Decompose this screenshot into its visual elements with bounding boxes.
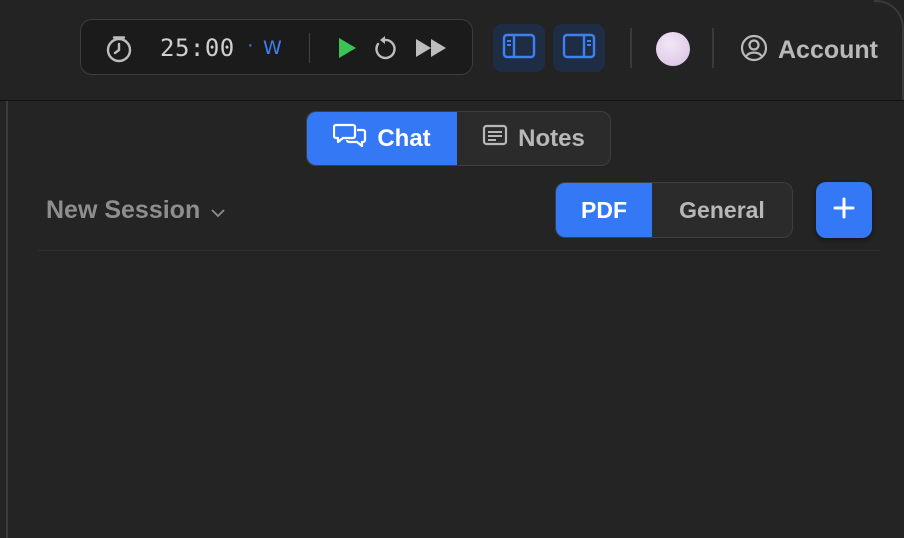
avatar[interactable] bbox=[656, 32, 690, 66]
reset-icon[interactable] bbox=[372, 35, 398, 68]
context-pdf-button[interactable]: PDF bbox=[556, 183, 652, 237]
left-sidebar-toggle-icon bbox=[502, 33, 536, 64]
add-session-button[interactable] bbox=[816, 182, 872, 238]
chat-bubbles-icon bbox=[333, 122, 377, 155]
session-name: New Session bbox=[46, 196, 201, 224]
top-toolbar: 25:00 · W Account bbox=[0, 0, 904, 101]
timer-mode-dot: · bbox=[247, 34, 254, 56]
context-toggle: PDF General bbox=[555, 182, 793, 238]
plus-icon bbox=[832, 196, 856, 225]
tab-chat-label: Chat bbox=[377, 124, 431, 152]
tab-notes[interactable]: Notes bbox=[457, 112, 610, 165]
play-icon[interactable] bbox=[336, 36, 358, 65]
window-corner bbox=[874, 0, 904, 100]
timer-time: 25:00 bbox=[160, 34, 235, 62]
tab-notes-label: Notes bbox=[518, 124, 585, 152]
panel-divider[interactable] bbox=[6, 101, 8, 538]
notes-icon bbox=[482, 124, 518, 153]
chevron-down-icon bbox=[210, 197, 226, 226]
toolbar-divider bbox=[712, 28, 714, 68]
account-button[interactable]: Account bbox=[740, 34, 878, 67]
context-general-button[interactable]: General bbox=[652, 183, 792, 237]
right-sidebar-toggle-icon bbox=[562, 33, 596, 64]
timer-separator bbox=[309, 33, 310, 63]
left-sidebar-toggle-button[interactable] bbox=[493, 24, 545, 72]
timer-icon[interactable] bbox=[105, 35, 133, 68]
session-selector[interactable]: New Session bbox=[46, 195, 226, 226]
right-sidebar-toggle-button[interactable] bbox=[553, 24, 605, 72]
pomodoro-timer: 25:00 · W bbox=[80, 19, 473, 75]
toolbar-divider bbox=[630, 28, 632, 68]
account-icon bbox=[740, 34, 768, 67]
skip-forward-icon[interactable] bbox=[414, 37, 450, 64]
main-panel bbox=[0, 101, 904, 538]
timer-mode[interactable]: W bbox=[263, 37, 282, 59]
account-label: Account bbox=[778, 36, 878, 64]
header-divider bbox=[38, 250, 880, 251]
tab-chat[interactable]: Chat bbox=[307, 112, 457, 165]
view-tabs: Chat Notes bbox=[306, 111, 611, 166]
